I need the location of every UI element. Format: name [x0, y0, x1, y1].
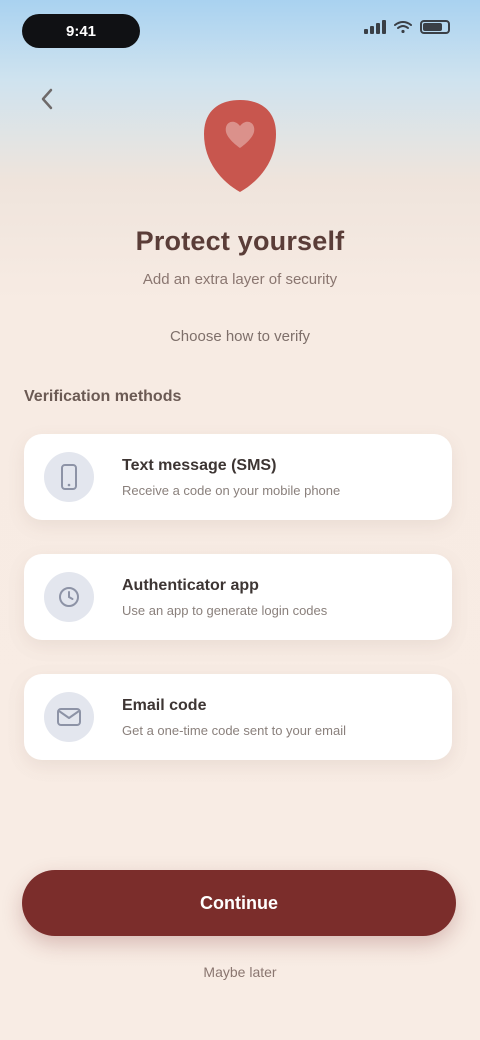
option-sms[interactable]: Text message (SMS) Receive a code on you…	[24, 434, 452, 520]
hero: Protect yourself Add an extra layer of s…	[0, 94, 480, 345]
option-email[interactable]: Email code Get a one-time code sent to y…	[24, 674, 452, 760]
option-description: Receive a code on your mobile phone	[122, 482, 341, 498]
page-title: Protect yourself	[135, 226, 345, 256]
battery-icon	[420, 20, 450, 34]
page-hint: Choose how to verify	[169, 328, 311, 345]
status-time-pill: 9:41	[22, 14, 140, 48]
mail-icon	[44, 692, 94, 742]
cellular-signal-icon	[364, 20, 386, 34]
option-text: Authenticator app Use an app to generate…	[122, 577, 327, 618]
option-title: Email code	[122, 696, 207, 714]
option-text: Email code Get a one-time code sent to y…	[122, 697, 346, 738]
status-time: 9:41	[65, 22, 97, 40]
maybe-later-link[interactable]: Maybe later	[0, 964, 480, 980]
status-indicators	[364, 20, 450, 34]
option-title: Text message (SMS)	[122, 456, 277, 474]
option-description: Use an app to generate login codes	[122, 602, 328, 618]
option-authenticator[interactable]: Authenticator app Use an app to generate…	[24, 554, 452, 640]
continue-button[interactable]: Continue	[22, 870, 456, 936]
battery-level	[423, 23, 443, 31]
verification-options: Text message (SMS) Receive a code on you…	[24, 434, 452, 760]
phone-icon	[44, 452, 94, 502]
page-subtitle: Add an extra layer of security	[142, 271, 338, 288]
wifi-icon	[394, 21, 412, 33]
option-text: Text message (SMS) Receive a code on you…	[122, 457, 340, 498]
status-bar: 9:41	[0, 0, 480, 56]
option-description: Get a one-time code sent to your email	[122, 722, 347, 738]
option-title: Authenticator app	[122, 576, 259, 594]
authenticator-icon	[44, 572, 94, 622]
section-label: Verification methods	[24, 388, 182, 405]
heart-shield-icon	[192, 94, 288, 198]
